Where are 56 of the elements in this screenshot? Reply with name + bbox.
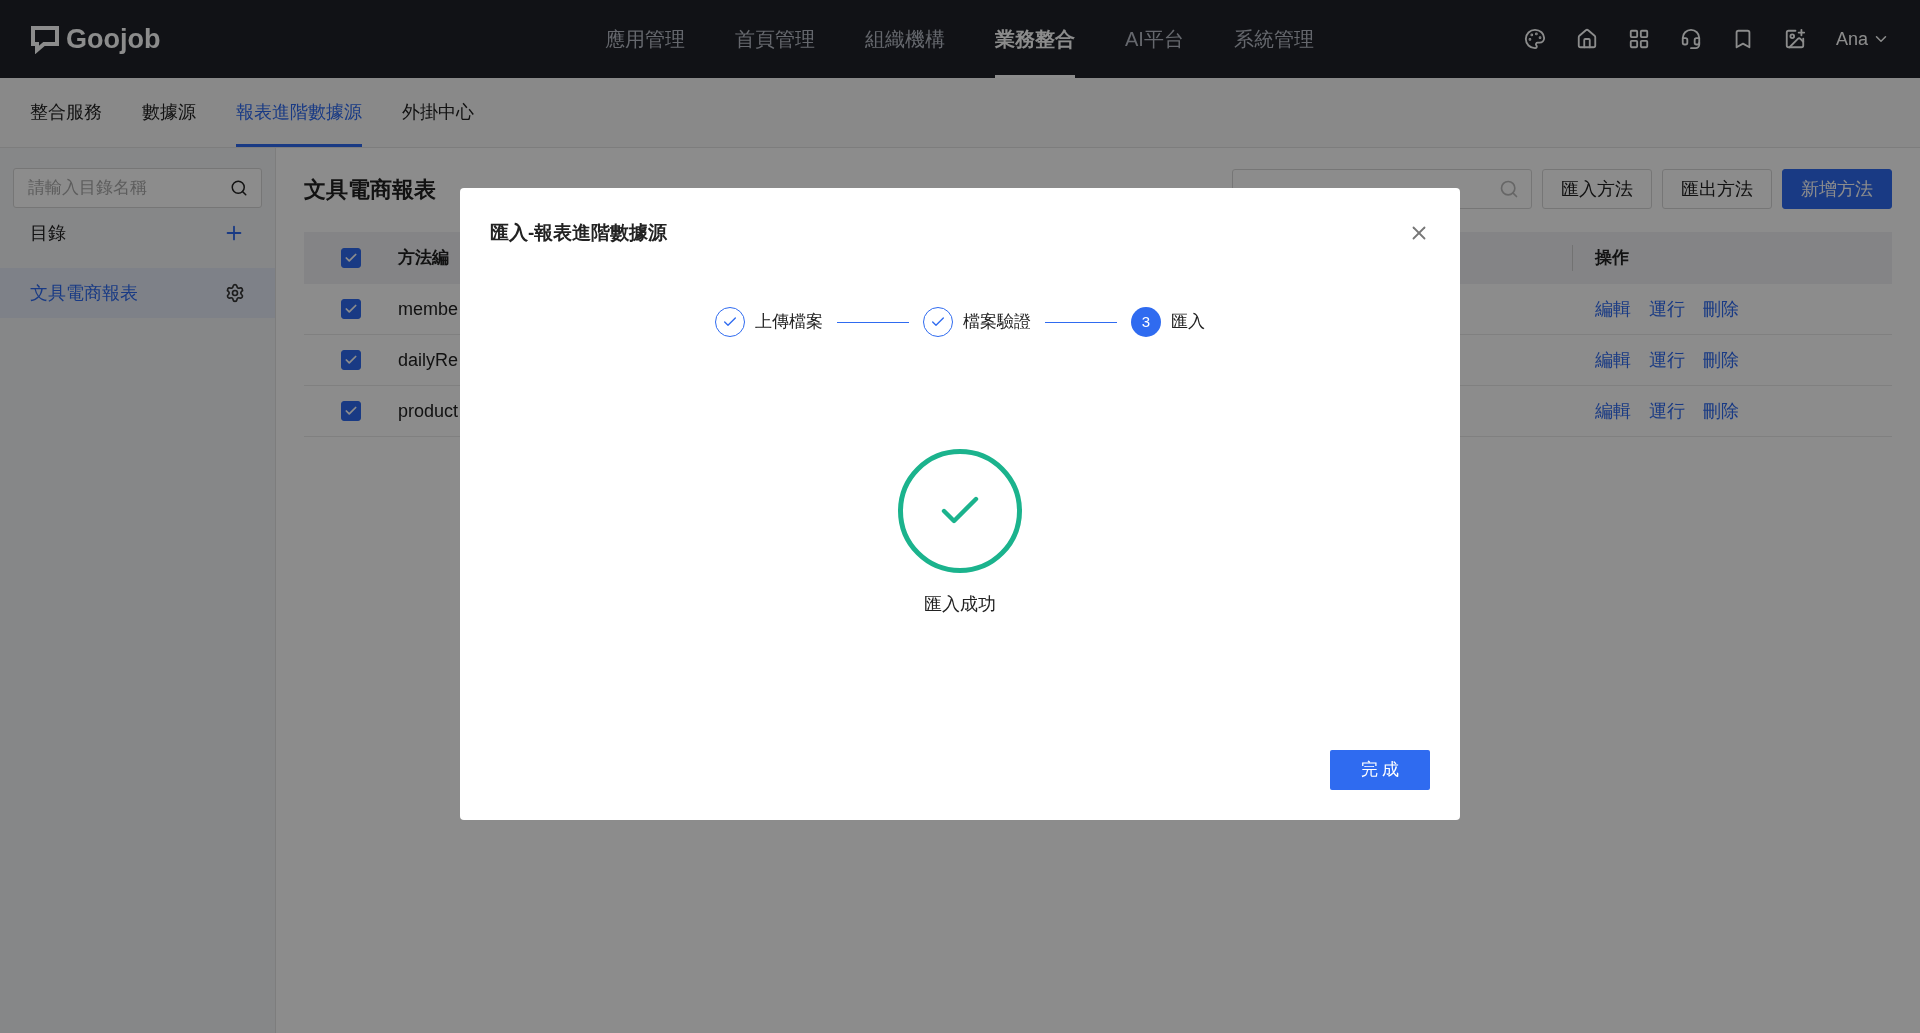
image-icon[interactable] (1783, 28, 1806, 50)
step-label: 檔案驗證 (963, 311, 1031, 334)
logo-icon (30, 24, 60, 54)
nav-tab[interactable]: 首頁管理 (735, 0, 815, 78)
directory-heading: 目錄 (30, 221, 66, 245)
logo-text: Goojob (66, 22, 161, 56)
sub-tab[interactable]: 外掛中心 (402, 81, 474, 147)
action-link[interactable]: 運行 (1649, 295, 1685, 323)
table-cell: product (398, 400, 459, 421)
table-cell: membe (398, 298, 459, 319)
result-message: 匯入成功 (924, 593, 996, 616)
nav-tab[interactable]: 應用管理 (605, 0, 685, 78)
checkbox[interactable] (341, 401, 361, 421)
nav-tab[interactable]: AI平台 (1125, 0, 1184, 78)
column-header: 操作 (1572, 245, 1892, 271)
home-icon[interactable] (1575, 28, 1598, 50)
search-icon[interactable] (230, 179, 248, 197)
finish-button[interactable]: 完 成 (1330, 750, 1430, 790)
success-icon (898, 449, 1022, 573)
check-icon (344, 251, 358, 265)
action-button[interactable]: 匯入方法 (1542, 169, 1652, 209)
step-number: 3 (1131, 307, 1161, 337)
action-link[interactable]: 編輯 (1595, 397, 1631, 425)
settings-icon[interactable] (225, 283, 245, 303)
checkbox[interactable] (341, 350, 361, 370)
action-link[interactable]: 刪除 (1703, 397, 1739, 425)
action-link[interactable]: 編輯 (1595, 295, 1631, 323)
checkbox[interactable] (341, 248, 361, 268)
nav-tab[interactable]: 組織機構 (865, 0, 945, 78)
user-menu[interactable]: Ana (1835, 25, 1890, 53)
action-link[interactable]: 刪除 (1703, 346, 1739, 374)
step-connector (1045, 321, 1117, 323)
step-connector (837, 321, 909, 323)
action-button[interactable]: 新增方法 (1782, 169, 1892, 209)
action-button[interactable]: 匯出方法 (1662, 169, 1772, 209)
action-link[interactable]: 編輯 (1595, 346, 1631, 374)
check-icon (344, 302, 358, 316)
table-cell: dailyRe (398, 349, 459, 370)
directory-item[interactable]: 文具電商報表 (0, 268, 275, 318)
sub-tab[interactable]: 數據源 (142, 81, 196, 147)
action-link[interactable]: 刪除 (1703, 295, 1739, 323)
column-header: 方法編 (398, 247, 450, 270)
check-icon (344, 404, 358, 418)
action-link[interactable]: 運行 (1649, 346, 1685, 374)
grid-icon[interactable] (1627, 28, 1650, 50)
sub-tab[interactable]: 整合服務 (30, 81, 102, 147)
nav-tab[interactable]: 系統管理 (1233, 0, 1314, 78)
step-label: 上傳檔案 (755, 311, 823, 334)
checkbox[interactable] (341, 299, 361, 319)
headset-icon[interactable] (1679, 28, 1702, 50)
page-title: 文具電商報表 (304, 175, 436, 204)
check-icon (344, 353, 358, 367)
palette-icon[interactable] (1523, 28, 1546, 50)
step-label: 匯入 (1171, 311, 1205, 334)
dialog-title: 匯入-報表進階數據源 (490, 220, 668, 245)
action-link[interactable]: 運行 (1649, 397, 1685, 425)
